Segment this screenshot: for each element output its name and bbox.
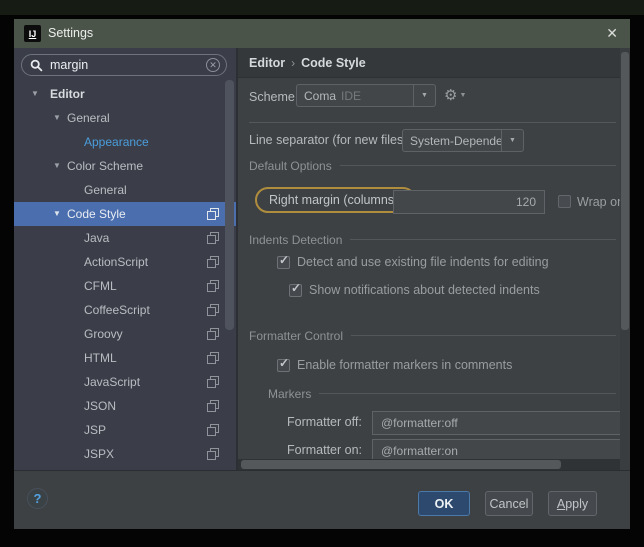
chevron-down-icon: ▼ [459, 92, 467, 99]
chevron-down-icon[interactable]: ▼ [31, 89, 39, 98]
title-bar[interactable]: IJ Settings ✕ [14, 19, 630, 48]
sidebar-item-cfml[interactable]: CFML [14, 274, 236, 298]
line-separator-value: System-Dependent [410, 133, 501, 148]
copy-scheme-icon [207, 280, 219, 292]
apply-button[interactable]: Apply [548, 491, 597, 516]
sidebar-item-json[interactable]: JSON [14, 394, 236, 418]
search-box[interactable]: ✕ [21, 54, 227, 76]
scheme-dropdown[interactable]: Coma IDE ▼ [296, 84, 436, 107]
section-formatter-control: Formatter Control [249, 328, 616, 343]
chevron-down-icon[interactable]: ▼ [413, 85, 435, 106]
wrap-on-typing-checkbox[interactable] [558, 195, 571, 208]
sidebar-item-java[interactable]: Java [14, 226, 236, 250]
section-default-options: Default Options [249, 158, 616, 173]
formatter-off-input[interactable] [372, 411, 621, 435]
sidebar-item-jspx[interactable]: JSPX [14, 442, 236, 466]
right-margin-highlight: Right margin (columns): [255, 187, 416, 213]
copy-scheme-icon [207, 424, 219, 436]
sidebar-item-code-style[interactable]: ▼ Code Style [14, 202, 236, 226]
right-margin-label: Right margin (columns): [269, 193, 402, 207]
copy-scheme-icon [207, 232, 219, 244]
clear-search-icon[interactable]: ✕ [206, 58, 220, 72]
scheme-actions-button[interactable]: ⚙ ▼ [444, 88, 466, 103]
copy-scheme-icon [207, 376, 219, 388]
check-icon: ✓ [291, 280, 302, 295]
sidebar-item-appearance[interactable]: Appearance [14, 130, 236, 154]
sidebar-item-color-scheme[interactable]: ▼ Color Scheme [14, 154, 236, 178]
help-button[interactable]: ? [27, 488, 48, 509]
close-icon[interactable]: ✕ [602, 19, 622, 48]
vertical-scrollbar[interactable] [620, 48, 630, 470]
sidebar-item-actionscript[interactable]: ActionScript [14, 250, 236, 274]
ok-button[interactable]: OK [418, 491, 470, 516]
chevron-down-icon[interactable]: ▼ [501, 130, 523, 151]
chevron-down-icon[interactable]: ▼ [53, 113, 61, 122]
sidebar-item-html[interactable]: HTML [14, 346, 236, 370]
notify-indents-label: Show notifications about detected indent… [309, 283, 540, 297]
right-margin-input[interactable] [393, 190, 545, 214]
chevron-down-icon[interactable]: ▼ [53, 209, 61, 218]
enable-formatter-markers-row: ✓ Enable formatter markers in comments [277, 355, 513, 373]
divider [249, 122, 616, 123]
scheme-label: Scheme: [249, 90, 299, 104]
horizontal-scrollbar[interactable] [238, 459, 620, 470]
breadcrumb-parent[interactable]: Editor [249, 56, 285, 70]
horizontal-scrollbar-thumb[interactable] [241, 460, 561, 469]
check-icon: ✓ [279, 355, 290, 370]
enable-formatter-markers-label: Enable formatter markers in comments [297, 358, 513, 372]
vertical-scrollbar-thumb[interactable] [621, 52, 629, 330]
notify-indents-checkbox[interactable]: ✓ [289, 280, 302, 297]
settings-sidebar: ✕ ▼ Editor ▼ General Appearance ▼ Color … [14, 48, 238, 470]
detect-indents-checkbox[interactable]: ✓ [277, 252, 290, 269]
section-indents-detection: Indents Detection [249, 232, 616, 247]
section-markers: Markers [268, 386, 616, 401]
breadcrumb-separator-icon: › [291, 55, 296, 70]
settings-content: Editor › Code Style Scheme: Coma IDE ▼ ⚙ … [238, 48, 630, 470]
search-input[interactable] [48, 57, 206, 73]
formatter-off-label: Formatter off: [287, 415, 362, 429]
breadcrumb: Editor › Code Style [238, 48, 620, 78]
copy-scheme-icon [207, 328, 219, 340]
copy-scheme-icon [207, 352, 219, 364]
settings-dialog: IJ Settings ✕ ✕ ▼ Editor ▼ General Appea… [14, 19, 630, 529]
dialog-footer: ? OK Cancel Apply [14, 470, 630, 529]
gear-icon[interactable]: ⚙ [444, 88, 457, 103]
sidebar-item-groovy[interactable]: Groovy [14, 322, 236, 346]
copy-scheme-icon [207, 208, 219, 220]
detect-indents-label: Detect and use existing file indents for… [297, 255, 549, 269]
line-separator-label: Line separator (for new files): [249, 133, 411, 147]
enable-formatter-markers-checkbox[interactable]: ✓ [277, 355, 290, 372]
line-separator-dropdown[interactable]: System-Dependent ▼ [402, 129, 524, 152]
detect-indents-row: ✓ Detect and use existing file indents f… [277, 252, 549, 270]
check-icon: ✓ [279, 252, 290, 267]
scheme-suffix: IDE [341, 88, 362, 103]
breadcrumb-current: Code Style [301, 55, 366, 70]
cancel-button[interactable]: Cancel [485, 491, 533, 516]
background-window-strip [0, 0, 644, 15]
window-title: Settings [48, 26, 94, 40]
sidebar-item-coffeescript[interactable]: CoffeeScript [14, 298, 236, 322]
copy-scheme-icon [207, 448, 219, 460]
copy-scheme-icon [207, 304, 219, 316]
sidebar-item-jsp[interactable]: JSP [14, 418, 236, 442]
chevron-down-icon[interactable]: ▼ [53, 161, 61, 170]
sidebar-item-editor[interactable]: ▼ Editor [14, 82, 236, 106]
scheme-value: Coma [304, 88, 337, 103]
copy-scheme-icon [207, 256, 219, 268]
sidebar-scrollbar[interactable] [225, 80, 234, 330]
search-icon [30, 59, 43, 71]
copy-scheme-icon [207, 400, 219, 412]
sidebar-item-general[interactable]: ▼ General [14, 106, 236, 130]
notify-indents-row: ✓ Show notifications about detected inde… [289, 280, 540, 298]
sidebar-item-javascript[interactable]: JavaScript [14, 370, 236, 394]
sidebar-item-color-scheme-general[interactable]: General [14, 178, 236, 202]
formatter-on-label: Formatter on: [287, 443, 363, 457]
intellij-logo-icon: IJ [24, 25, 41, 42]
